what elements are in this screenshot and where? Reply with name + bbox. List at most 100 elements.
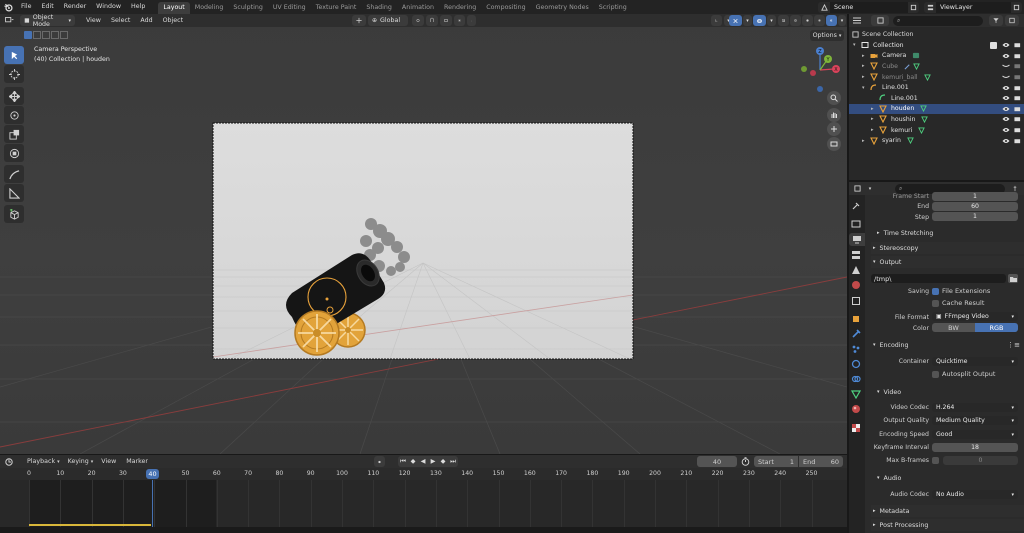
workspace-tab-scripting[interactable]: Scripting: [594, 2, 632, 14]
timeline-menu-marker[interactable]: Marker: [121, 455, 153, 469]
add-cube-tool[interactable]: [4, 205, 24, 223]
eye-icon[interactable]: [1002, 116, 1010, 122]
gizmo-neg-x-axis[interactable]: [810, 70, 816, 76]
editor-type-icon[interactable]: [0, 15, 18, 26]
chevron-down-icon[interactable]: ▾: [865, 183, 875, 194]
camera-disabled-icon[interactable]: [1014, 63, 1021, 69]
disclosure-triangle-icon[interactable]: ▾: [853, 42, 861, 48]
outliner-item-line-001[interactable]: ▾ Line.001: [849, 82, 1024, 93]
xray-toggle-icon[interactable]: [778, 15, 789, 26]
outliner-scene-collection-row[interactable]: Scene Collection: [849, 29, 1024, 40]
zoom-icon[interactable]: [827, 91, 841, 105]
disclosure-triangle-icon[interactable]: ▸: [862, 138, 870, 144]
eye-icon[interactable]: [1002, 42, 1010, 48]
workspace-tab-layout[interactable]: Layout: [158, 2, 190, 14]
audio-codec-dropdown[interactable]: No Audio ▾: [932, 490, 1018, 499]
frame-step-field[interactable]: 1: [932, 212, 1018, 221]
render-camera-icon[interactable]: [1014, 85, 1021, 91]
disclosure-triangle-icon[interactable]: ▸: [862, 74, 870, 80]
modifier-tab-icon[interactable]: [851, 329, 863, 341]
world-tab-icon[interactable]: [851, 280, 863, 292]
encoding-speed-dropdown[interactable]: Good ▾: [932, 430, 1018, 439]
filter-icon[interactable]: [989, 15, 1003, 26]
scene-selector[interactable]: Scene: [818, 1, 919, 13]
metadata-section[interactable]: ▸ Metadata: [871, 505, 1024, 517]
workspace-tab-geometry-nodes[interactable]: Geometry Nodes: [531, 2, 594, 14]
outliner-item-cube[interactable]: ▸ Cube: [849, 61, 1024, 72]
viewport-menu-select[interactable]: Select: [106, 14, 135, 28]
select-box-tool[interactable]: [4, 46, 24, 64]
play-icon[interactable]: ▶: [428, 456, 438, 467]
outliner-editor-icon[interactable]: [849, 15, 865, 26]
end-frame-field[interactable]: End 60: [799, 456, 843, 467]
outliner-item-kemuri-ball[interactable]: ▸ kemuri_ball: [849, 72, 1024, 83]
color-rgb-button[interactable]: RGB: [975, 323, 1018, 332]
new-view-layer-icon[interactable]: [1011, 1, 1022, 13]
workspace-tab-rendering[interactable]: Rendering: [439, 2, 481, 14]
eye-icon[interactable]: [1002, 95, 1010, 101]
encoding-section[interactable]: ▾ Encoding ⋮≡: [871, 339, 1024, 351]
move-tool[interactable]: [4, 87, 24, 105]
rotate-tool[interactable]: [4, 106, 24, 124]
max-bframes-checkbox[interactable]: [932, 457, 939, 464]
rendered-shading-icon[interactable]: [826, 15, 837, 26]
pivot-point-icon[interactable]: [412, 15, 424, 26]
folder-icon[interactable]: [1008, 274, 1018, 283]
material-preview-icon[interactable]: [814, 15, 825, 26]
object-tab-icon[interactable]: [851, 314, 863, 326]
eye-closed-icon[interactable]: [1002, 74, 1010, 80]
gizmo-neg-z-axis[interactable]: [817, 86, 823, 92]
menu-file[interactable]: File: [16, 0, 37, 14]
timeline-menu-playback[interactable]: Playback: [22, 455, 60, 469]
viewport-menu-object[interactable]: Object: [158, 14, 189, 28]
timeline-scrollbar[interactable]: [0, 527, 847, 533]
blender-logo-icon[interactable]: [0, 0, 16, 14]
render-camera-icon[interactable]: [1014, 95, 1021, 101]
navigation-gizmo[interactable]: Z X Y: [797, 46, 843, 94]
workspace-tab-animation[interactable]: Animation: [397, 2, 439, 14]
texture-tab-icon[interactable]: [851, 423, 863, 435]
frame-start-field[interactable]: 1: [932, 192, 1018, 201]
3d-viewport[interactable]: Object Mode ▾ View Select Add Object ⊕ Glob…: [0, 14, 847, 454]
jump-prev-keyframe-icon[interactable]: ◆: [408, 456, 418, 467]
jump-end-icon[interactable]: ⏭: [448, 456, 458, 467]
pan-hand-icon[interactable]: [827, 108, 841, 122]
data-tab-icon[interactable]: [851, 389, 863, 401]
camera-disabled-icon[interactable]: [1014, 74, 1021, 80]
annotate-tool[interactable]: [4, 165, 24, 183]
selectability-icon[interactable]: [711, 15, 722, 26]
gizmo-dropdown-icon[interactable]: ▾: [743, 15, 752, 26]
eye-closed-icon[interactable]: [1002, 63, 1010, 69]
output-quality-dropdown[interactable]: Medium Quality ▾: [932, 416, 1018, 425]
new-collection-icon[interactable]: [1005, 15, 1019, 26]
stopwatch-icon[interactable]: [741, 457, 751, 467]
eye-icon[interactable]: [1002, 53, 1010, 59]
workspace-tab-uv-editing[interactable]: UV Editing: [268, 2, 311, 14]
file-extensions-checkbox[interactable]: File Extensions: [932, 287, 990, 295]
eye-icon[interactable]: [1002, 85, 1010, 91]
viewport-menu-view[interactable]: View: [81, 14, 106, 28]
orientation-dropdown[interactable]: ⊕ Global: [368, 15, 408, 26]
properties-editor-icon[interactable]: [849, 183, 865, 194]
overlays-toggle-icon[interactable]: [753, 15, 766, 26]
measure-tool[interactable]: [4, 184, 24, 202]
eye-icon[interactable]: [1002, 127, 1010, 133]
render-camera-icon[interactable]: [1014, 106, 1021, 112]
outliner-item-collection[interactable]: ▾ Collection: [849, 40, 1024, 51]
list-menu-icon[interactable]: ⋮≡: [1007, 341, 1020, 349]
menu-help[interactable]: Help: [126, 0, 150, 14]
outliner-item-camera[interactable]: ▸ Camera: [849, 51, 1024, 62]
view-layer-selector[interactable]: ViewLayer: [924, 1, 1022, 13]
menu-render[interactable]: Render: [59, 0, 91, 14]
output-path-field[interactable]: /tmp\: [871, 274, 1006, 283]
mode-dropdown[interactable]: Object Mode ▾: [20, 14, 75, 28]
cursor-tool[interactable]: [4, 65, 24, 83]
timeline-menu-keying[interactable]: Keying: [63, 455, 94, 469]
output-section[interactable]: ▾ Output: [871, 256, 1024, 268]
scale-tool[interactable]: [4, 125, 24, 143]
transform-tool[interactable]: [4, 144, 24, 162]
keyframe-interval-field[interactable]: 18: [932, 443, 1018, 452]
outliner-item-houden[interactable]: ▸ houden: [849, 103, 1024, 115]
constraints-tab-icon[interactable]: [851, 374, 863, 386]
render-camera-icon[interactable]: [1014, 42, 1021, 48]
